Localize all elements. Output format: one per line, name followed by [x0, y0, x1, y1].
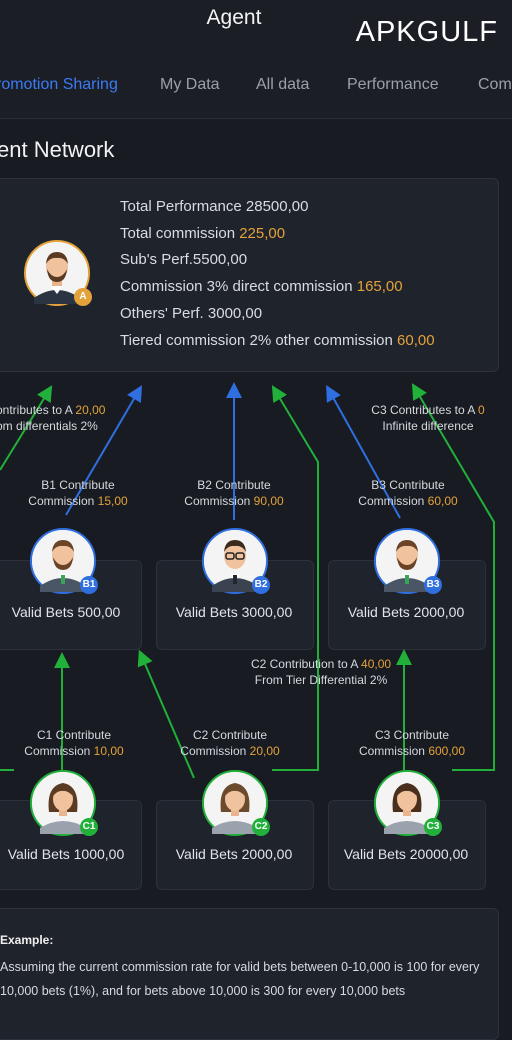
- b2-contribute-label: B2 Contribute Commission 90,00: [184, 478, 284, 508]
- tab-performance[interactable]: Performance: [347, 76, 439, 94]
- c1-valid-bets: Valid Bets 1000,00: [7, 846, 125, 862]
- watermark: APKGULF: [355, 16, 498, 48]
- c1-contribute-label: C1 Contribute Commission 10,00: [24, 728, 124, 758]
- stat-tiered-commission: Tiered commission 2% other commission 60…: [120, 332, 435, 349]
- c3-valid-bets: Valid Bets 20000,00: [343, 846, 469, 862]
- b1-to-a-annotation: ontributes to A 20,00 om differentials 2%: [0, 403, 106, 433]
- c3-avatar: C3: [374, 770, 442, 836]
- b2-badge: B2: [252, 576, 270, 594]
- c2-avatar: C2: [202, 770, 270, 836]
- c1-badge: C1: [80, 818, 98, 836]
- tab-commission[interactable]: Com: [478, 76, 512, 94]
- b2-avatar: B2: [202, 528, 270, 594]
- stat-total-commission: Total commission 225,00: [120, 225, 286, 242]
- b3-contribute-label: B3 Contribute Commission 60,00: [358, 478, 458, 508]
- c3-contribute-label: C3 Contribute Commission 600,00: [358, 728, 466, 758]
- c3-to-a-annotation: C3 Contributes to A 0 Infinite difference: [371, 403, 485, 433]
- b3-avatar: B3: [374, 528, 442, 594]
- b1-valid-bets: Valid Bets 500,00: [11, 604, 121, 620]
- b1-badge: B1: [80, 576, 98, 594]
- stat-subs-perf: Sub's Perf.5500,00: [120, 251, 248, 268]
- tab-my-data[interactable]: My Data: [160, 76, 220, 94]
- stat-direct-commission: Commission 3% direct commission 165,00: [120, 278, 403, 295]
- tab-promotion-sharing[interactable]: romotion Sharing: [0, 76, 118, 94]
- example-text: Assuming the current commission rate for…: [0, 960, 480, 998]
- b3-badge: B3: [424, 576, 442, 594]
- c1-avatar: C1: [30, 770, 98, 836]
- b2-valid-bets: Valid Bets 3000,00: [175, 604, 293, 620]
- section-title: ent Network: [0, 137, 115, 162]
- b1-contribute-label: B1 Contribute Commission 15,00: [28, 478, 128, 508]
- c2-badge: C2: [252, 818, 270, 836]
- example-title: Example:: [0, 933, 54, 947]
- agent-a-badge: A: [74, 288, 92, 306]
- b3-valid-bets: Valid Bets 2000,00: [347, 604, 465, 620]
- tab-all-data[interactable]: All data: [256, 76, 309, 94]
- c2-to-a-annotation: C2 Contribution to A 40,00 From Tier Diff…: [250, 657, 392, 687]
- b1-avatar: B1: [30, 528, 98, 594]
- top-bar: Agent APKGULF: [0, 0, 512, 53]
- agent-a-avatar: A: [24, 240, 92, 306]
- c2-contribute-label: C2 Contribute Commission 20,00: [180, 728, 280, 758]
- c2-valid-bets: Valid Bets 2000,00: [175, 846, 293, 862]
- stat-others-perf: Others' Perf. 3000,00: [120, 305, 263, 322]
- stat-total-performance: Total Performance 28500,00: [120, 198, 309, 215]
- c3-badge: C3: [424, 818, 442, 836]
- tab-bar: romotion Sharing My Data All data Perfor…: [0, 52, 512, 119]
